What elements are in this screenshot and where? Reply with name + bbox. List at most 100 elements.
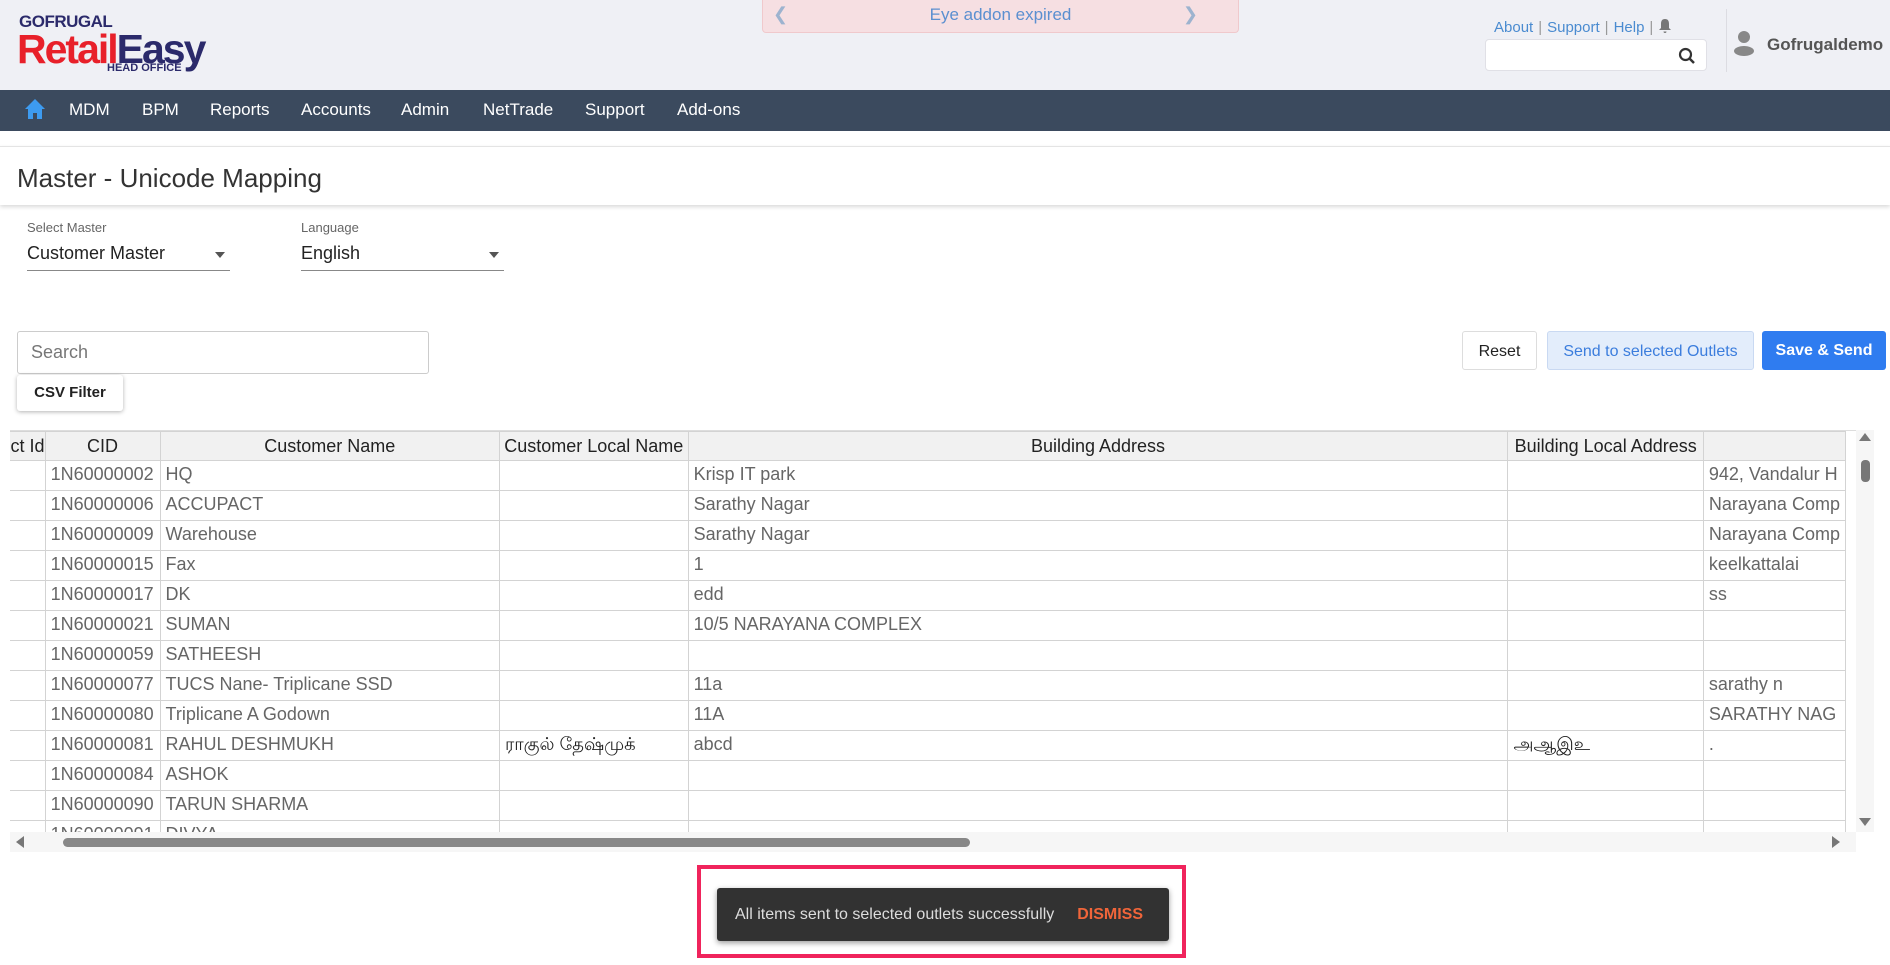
table-cell[interactable] — [1507, 460, 1704, 491]
nav-support[interactable]: Support — [585, 100, 645, 120]
column-header[interactable]: Customer Name — [159, 431, 500, 461]
table-row[interactable]: 1N60000081 RAHUL DESHMUKH ராகுல் தேஷ்முக் a… — [10, 730, 1847, 761]
table-cell[interactable] — [687, 760, 1509, 791]
table-cell[interactable] — [10, 550, 46, 581]
table-cell[interactable]: அஆஇஉ — [1507, 730, 1704, 761]
table-cell[interactable] — [498, 460, 689, 491]
table-cell[interactable] — [498, 820, 689, 832]
table-cell[interactable]: Narayana Comp — [1702, 490, 1847, 521]
table-row[interactable]: 1N60000002 HQ Krisp IT park 942, Vandalur H — [10, 460, 1847, 491]
table-cell[interactable]: Triplicane A Godown — [159, 700, 500, 731]
table-row[interactable]: 1N60000017 DK edd ss — [10, 580, 1847, 611]
table-cell[interactable] — [1507, 610, 1704, 641]
table-cell[interactable] — [1702, 790, 1847, 821]
table-cell[interactable]: Narayana Comp — [1702, 520, 1847, 551]
horizontal-scrollbar[interactable] — [10, 832, 1856, 852]
table-cell[interactable]: Sarathy Nagar — [687, 490, 1509, 521]
table-row[interactable]: 1N60000009 Warehouse Sarathy Nagar Narayana… — [10, 520, 1847, 551]
search-icon[interactable] — [1678, 47, 1696, 65]
table-cell[interactable] — [1507, 520, 1704, 551]
table-row[interactable]: 1N60000059 SATHEESH — [10, 640, 1847, 671]
table-cell[interactable] — [498, 700, 689, 731]
table-cell[interactable]: 1N60000091 — [44, 820, 161, 832]
column-header[interactable]: Building Address — [687, 431, 1509, 461]
table-cell[interactable]: SARATHY NAG — [1702, 700, 1847, 731]
table-cell[interactable] — [1507, 670, 1704, 701]
table-cell[interactable] — [10, 670, 46, 701]
reset-button[interactable]: Reset — [1462, 331, 1537, 370]
table-row[interactable]: 1N60000077 TUCS Nane- Triplicane SSD 11a sa… — [10, 670, 1847, 701]
table-cell[interactable]: HQ — [159, 460, 500, 491]
table-cell[interactable] — [498, 520, 689, 551]
table-row[interactable]: 1N60000090 TARUN SHARMA — [10, 790, 1847, 821]
table-cell[interactable]: 1N60000090 — [44, 790, 161, 821]
table-cell[interactable]: 1N60000015 — [44, 550, 161, 581]
table-row[interactable]: 1N60000080 Triplicane A Godown 11A SARATHY … — [10, 700, 1847, 731]
select-master-dropdown[interactable]: Select Master Customer Master — [27, 220, 230, 271]
table-cell[interactable] — [10, 580, 46, 611]
table-cell[interactable]: 1N60000017 — [44, 580, 161, 611]
table-row[interactable]: 1N60000084 ASHOK — [10, 760, 1847, 791]
table-cell[interactable] — [10, 490, 46, 521]
language-value[interactable]: English — [301, 243, 504, 271]
table-cell[interactable] — [10, 730, 46, 761]
table-cell[interactable]: 1N60000084 — [44, 760, 161, 791]
table-cell[interactable] — [10, 460, 46, 491]
table-row[interactable]: 1N60000015 Fax 1 keelkattalai — [10, 550, 1847, 581]
table-cell[interactable] — [1507, 760, 1704, 791]
table-cell[interactable] — [498, 490, 689, 521]
table-row[interactable]: 1N60000021 SUMAN 10/5 NARAYANA COMPLEX — [10, 610, 1847, 641]
bell-icon[interactable] — [1658, 18, 1672, 34]
table-cell[interactable] — [687, 820, 1509, 832]
header-search-input[interactable] — [1485, 39, 1707, 71]
table-cell[interactable]: 11A — [687, 700, 1509, 731]
about-link[interactable]: About — [1494, 19, 1533, 36]
vertical-scrollbar[interactable] — [1856, 430, 1874, 832]
csv-filter-button[interactable]: CSV Filter — [17, 375, 123, 411]
prev-arrow-icon[interactable]: ❮ — [773, 0, 788, 29]
table-cell[interactable]: ராகுல் தேஷ்முக் — [498, 730, 689, 761]
table-cell[interactable] — [1507, 640, 1704, 671]
table-cell[interactable]: 1N60000081 — [44, 730, 161, 761]
table-cell[interactable]: 1N60000002 — [44, 460, 161, 491]
table-cell[interactable] — [10, 820, 46, 832]
vertical-scroll-thumb[interactable] — [1861, 460, 1870, 482]
save-and-send-button[interactable]: Save & Send — [1762, 331, 1886, 370]
scroll-down-icon[interactable] — [1859, 818, 1871, 826]
table-cell[interactable] — [498, 610, 689, 641]
nav-reports[interactable]: Reports — [210, 100, 270, 120]
scroll-up-icon[interactable] — [1859, 433, 1871, 441]
table-cell[interactable] — [10, 520, 46, 551]
column-header[interactable] — [1702, 431, 1847, 461]
table-cell[interactable] — [1507, 490, 1704, 521]
table-cell[interactable] — [498, 640, 689, 671]
table-cell[interactable] — [687, 790, 1509, 821]
dismiss-button[interactable]: DISMISS — [1077, 888, 1143, 941]
table-cell[interactable] — [498, 550, 689, 581]
table-cell[interactable]: ss — [1702, 580, 1847, 611]
table-cell[interactable] — [10, 640, 46, 671]
table-cell[interactable]: 1N60000080 — [44, 700, 161, 731]
table-cell[interactable]: RAHUL DESHMUKH — [159, 730, 500, 761]
table-cell[interactable]: . — [1702, 730, 1847, 761]
table-cell[interactable]: 1N60000009 — [44, 520, 161, 551]
column-header[interactable]: ct Id — [10, 431, 46, 461]
nav-admin[interactable]: Admin — [401, 100, 449, 120]
table-cell[interactable] — [1702, 820, 1847, 832]
table-cell[interactable]: 11a — [687, 670, 1509, 701]
table-cell[interactable]: Krisp IT park — [687, 460, 1509, 491]
table-cell[interactable] — [498, 790, 689, 821]
table-cell[interactable]: SATHEESH — [159, 640, 500, 671]
table-cell[interactable] — [10, 760, 46, 791]
column-header[interactable]: Customer Local Name — [498, 431, 689, 461]
table-row[interactable]: 1N60000006 ACCUPACT Sarathy Nagar Narayana … — [10, 490, 1847, 521]
select-master-value[interactable]: Customer Master — [27, 243, 230, 271]
table-cell[interactable] — [10, 610, 46, 641]
nav-nettrade[interactable]: NetTrade — [483, 100, 553, 120]
table-cell[interactable] — [1507, 700, 1704, 731]
support-link[interactable]: Support — [1547, 19, 1600, 36]
table-cell[interactable] — [10, 790, 46, 821]
table-cell[interactable]: Warehouse — [159, 520, 500, 551]
table-cell[interactable]: TARUN SHARMA — [159, 790, 500, 821]
nav-mdm[interactable]: MDM — [69, 100, 110, 120]
